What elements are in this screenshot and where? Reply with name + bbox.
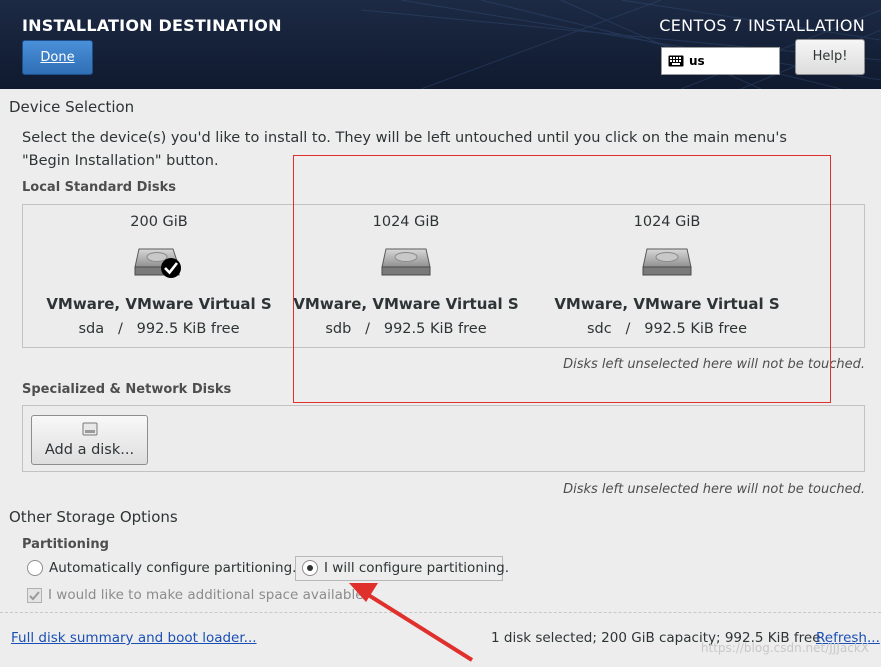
full-disk-summary-link[interactable]: Full disk summary and boot loader... <box>11 630 257 646</box>
device-selection-heading: Device Selection <box>9 98 135 116</box>
specialized-disks-panel: Add a disk... <box>22 405 865 472</box>
auto-partitioning-option[interactable]: Automatically configure partitioning. <box>27 560 296 576</box>
disk-sda[interactable]: 200 GiB VMware, VMware Virtual S sda / 9… <box>28 205 290 349</box>
footer-separator <box>0 612 881 613</box>
untouched-note-2: Disks left unselected here will not be t… <box>563 482 865 497</box>
keyboard-layout-indicator[interactable]: us <box>661 47 780 75</box>
add-disk-label: Add a disk... <box>44 442 135 458</box>
help-button[interactable]: Help! <box>795 39 865 75</box>
disk-size: 200 GiB <box>130 214 188 230</box>
partitioning-label: Partitioning <box>22 537 109 552</box>
done-button[interactable]: Done <box>22 40 93 75</box>
add-disk-button[interactable]: Add a disk... <box>31 415 148 465</box>
add-disk-icon <box>82 422 98 436</box>
page-title: INSTALLATION DESTINATION <box>22 16 282 35</box>
radio-manual[interactable] <box>302 560 318 576</box>
hard-disk-icon <box>134 248 181 278</box>
annotation-highlight-box <box>293 155 831 403</box>
specialized-disks-label: Specialized & Network Disks <box>22 382 232 397</box>
radio-auto[interactable] <box>27 560 43 576</box>
manual-partitioning-label: I will configure partitioning. <box>324 560 510 576</box>
check-icon <box>29 590 40 600</box>
header-bar: INSTALLATION DESTINATION CENTOS 7 INSTAL… <box>0 0 881 89</box>
auto-partitioning-label: Automatically configure partitioning. <box>49 560 297 576</box>
product-title: CENTOS 7 INSTALLATION <box>659 16 865 35</box>
additional-space-checkbox[interactable] <box>27 587 42 603</box>
manual-partitioning-option[interactable]: I will configure partitioning. <box>302 560 509 576</box>
watermark: https://blog.csdn.net/JJJackX <box>700 641 869 655</box>
disk-free-space: sda / 992.5 KiB free <box>78 321 240 337</box>
local-disks-label: Local Standard Disks <box>22 180 176 195</box>
intro-line-1: Select the device(s) you'd like to insta… <box>22 130 787 146</box>
disk-model: VMware, VMware Virtual S <box>46 295 272 313</box>
additional-space-label: I would like to make additional space av… <box>48 587 368 603</box>
additional-space-option[interactable]: I would like to make additional space av… <box>27 587 368 603</box>
keyboard-layout-label: us <box>689 54 705 68</box>
other-storage-heading: Other Storage Options <box>9 508 178 526</box>
keyboard-icon <box>668 55 684 67</box>
